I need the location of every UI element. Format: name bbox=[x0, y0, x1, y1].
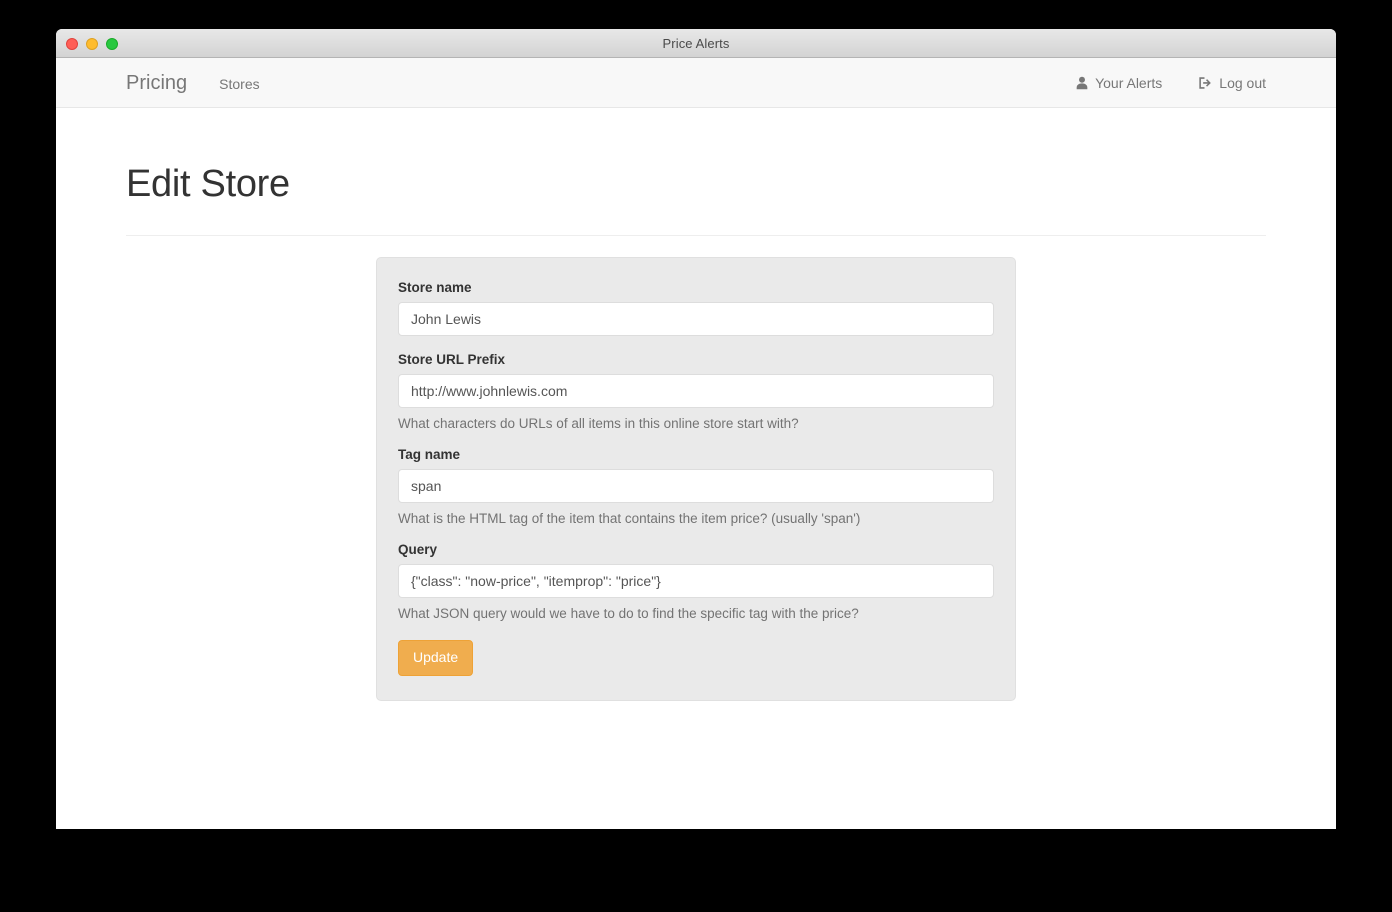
tag-name-input[interactable] bbox=[398, 469, 994, 503]
form-group-query: Query What JSON query would we have to d… bbox=[398, 542, 994, 621]
navbar-right: Your Alerts Log out bbox=[1039, 75, 1321, 91]
query-input[interactable] bbox=[398, 564, 994, 598]
form-group-store-url-prefix: Store URL Prefix What characters do URLs… bbox=[398, 352, 994, 431]
query-help: What JSON query would we have to do to f… bbox=[398, 606, 859, 621]
close-window-button[interactable] bbox=[66, 37, 78, 50]
form-group-store-name: Store name bbox=[398, 280, 994, 336]
nav-link-log-out-label: Log out bbox=[1219, 74, 1266, 91]
tag-name-label: Tag name bbox=[398, 447, 461, 462]
navbar-left: Pricing Stores bbox=[56, 73, 260, 93]
edit-store-form: Store name Store URL Prefix What charact… bbox=[376, 257, 1016, 701]
user-icon bbox=[1075, 76, 1089, 90]
window-controls bbox=[66, 29, 118, 58]
brand-link[interactable]: Pricing bbox=[126, 73, 187, 93]
store-url-prefix-input[interactable] bbox=[398, 374, 994, 408]
window-title: Price Alerts bbox=[662, 35, 730, 51]
nav-link-log-out[interactable]: Log out bbox=[1198, 75, 1266, 91]
tag-name-help: What is the HTML tag of the item that co… bbox=[398, 511, 861, 526]
page-title: Edit Store bbox=[126, 163, 290, 205]
page-container: Edit Store Store name Store URL Prefix W… bbox=[56, 108, 1336, 701]
query-label: Query bbox=[398, 542, 438, 557]
store-url-prefix-help: What characters do URLs of all items in … bbox=[398, 416, 799, 431]
store-name-label: Store name bbox=[398, 280, 472, 295]
nav-link-your-alerts[interactable]: Your Alerts bbox=[1075, 75, 1162, 91]
store-url-prefix-label: Store URL Prefix bbox=[398, 352, 506, 367]
nav-link-your-alerts-label: Your Alerts bbox=[1095, 74, 1163, 91]
window-titlebar: Price Alerts bbox=[56, 29, 1336, 58]
maximize-window-button[interactable] bbox=[106, 37, 118, 50]
page-body: Pricing Stores Your Alerts Log out Edit … bbox=[56, 58, 1336, 829]
app-window: Price Alerts Pricing Stores Your Alerts bbox=[56, 29, 1336, 829]
form-group-tag-name: Tag name What is the HTML tag of the ite… bbox=[398, 447, 994, 526]
minimize-window-button[interactable] bbox=[86, 37, 98, 50]
nav-link-stores[interactable]: Stores bbox=[219, 76, 259, 92]
sign-out-icon bbox=[1198, 76, 1213, 90]
form-panel-wrapper: Store name Store URL Prefix What charact… bbox=[126, 236, 1266, 701]
update-button[interactable]: Update bbox=[398, 640, 474, 676]
store-name-input[interactable] bbox=[398, 302, 994, 336]
navbar: Pricing Stores Your Alerts Log out bbox=[56, 58, 1336, 108]
